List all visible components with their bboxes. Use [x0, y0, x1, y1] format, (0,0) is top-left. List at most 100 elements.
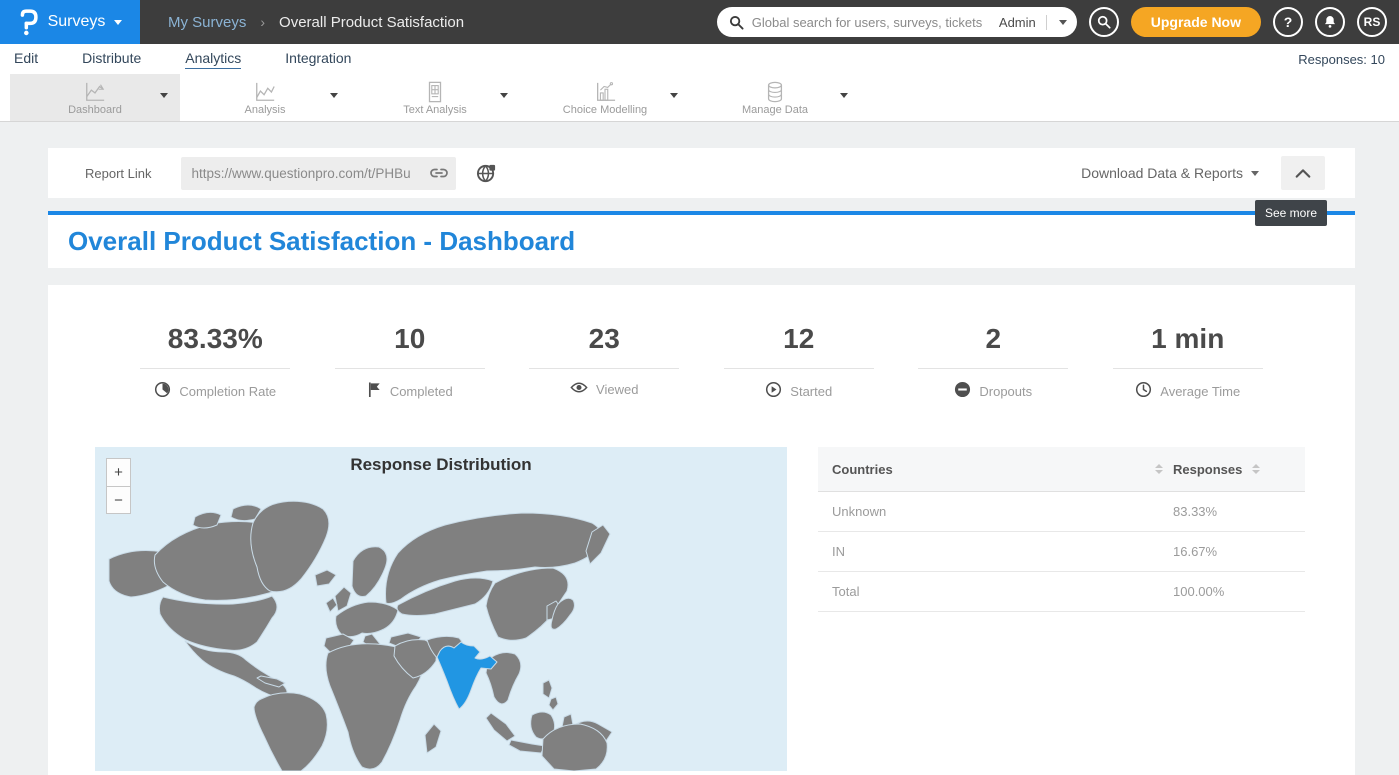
- global-search-input[interactable]: [752, 15, 991, 30]
- map-zoom-in-button[interactable]: +: [106, 458, 131, 486]
- tab-analysis-dropdown-icon[interactable]: [330, 93, 338, 98]
- globe-privacy-icon[interactable]: [476, 163, 497, 184]
- tab-manage-data-dropdown-icon[interactable]: [840, 93, 848, 98]
- chevron-down-icon: [114, 20, 122, 25]
- tab-label: Analysis: [245, 104, 286, 116]
- tab-label: Text Analysis: [403, 104, 467, 116]
- stat-label: Dropouts: [979, 384, 1032, 399]
- collapse-toolbar-button[interactable]: [1281, 156, 1325, 190]
- tab-dashboard-dropdown-icon[interactable]: [160, 93, 168, 98]
- stat-viewed: 23 Viewed: [507, 323, 702, 401]
- stat-value: 12: [702, 323, 897, 355]
- map-madagascar: [425, 724, 441, 753]
- search-scope-dropdown-icon[interactable]: [1059, 20, 1067, 25]
- questionpro-logo-icon: [18, 9, 39, 36]
- nav-edit[interactable]: Edit: [14, 50, 38, 68]
- help-button[interactable]: ?: [1273, 7, 1303, 37]
- page-title: Overall Product Satisfaction - Dashboard: [68, 226, 575, 257]
- country-cell: IN: [832, 544, 1173, 559]
- link-icon: [430, 166, 448, 180]
- nav-analytics[interactable]: Analytics: [185, 50, 241, 69]
- map-zoom-out-button[interactable]: −: [106, 486, 131, 514]
- responses-cell: 83.33%: [1173, 504, 1291, 519]
- top-bar: Surveys My Surveys › Overall Product Sat…: [0, 0, 1399, 44]
- divider: [140, 368, 290, 369]
- stats-row: 83.33% Completion Rate 10 Completed 23: [48, 323, 1355, 401]
- chevron-down-icon: [1251, 171, 1259, 176]
- title-card: Overall Product Satisfaction - Dashboard: [48, 215, 1355, 268]
- countries-column-header[interactable]: Countries: [832, 462, 893, 477]
- responses-cell: 100.00%: [1173, 584, 1291, 599]
- table-row: IN 16.67%: [818, 532, 1305, 572]
- download-label: Download Data & Reports: [1081, 165, 1243, 181]
- stat-label: Average Time: [1160, 384, 1240, 399]
- divider: [918, 368, 1068, 369]
- report-url-input[interactable]: [191, 166, 426, 181]
- play-circle-icon: [765, 381, 782, 401]
- tab-manage-data[interactable]: Manage Data: [690, 74, 860, 121]
- minus-circle-icon: [954, 381, 971, 401]
- stat-value: 10: [313, 323, 508, 355]
- sort-icon[interactable]: [1155, 464, 1163, 474]
- tab-text-analysis-dropdown-icon[interactable]: [500, 93, 508, 98]
- responses-column-header[interactable]: Responses: [1173, 462, 1242, 477]
- flag-icon: [367, 381, 382, 401]
- completion-rate-icon: [154, 381, 171, 401]
- bell-icon: [1322, 14, 1338, 30]
- notifications-button[interactable]: [1315, 7, 1345, 37]
- global-search-box[interactable]: Admin: [717, 7, 1077, 37]
- stat-value: 2: [896, 323, 1091, 355]
- analytics-toolbar: Dashboard Analysis Text Analysis Choice …: [0, 74, 1399, 122]
- country-cell: Unknown: [832, 504, 1173, 519]
- stat-value: 83.33%: [118, 323, 313, 355]
- app-logo-surveys-menu[interactable]: Surveys: [0, 0, 140, 44]
- avatar[interactable]: RS: [1357, 7, 1387, 37]
- tab-label: Dashboard: [68, 104, 122, 116]
- stat-value: 1 min: [1091, 323, 1286, 355]
- responses-count: Responses: 10: [1298, 52, 1385, 67]
- map-south-america: [254, 693, 327, 771]
- report-actions: Download Data & Reports: [1081, 156, 1325, 190]
- brand-label: Surveys: [48, 13, 106, 31]
- see-more-tooltip: See more: [1255, 200, 1327, 226]
- search-icon: [729, 15, 744, 30]
- sort-icon[interactable]: [1252, 464, 1260, 474]
- response-distribution-map[interactable]: Response Distribution + −: [95, 447, 787, 771]
- breadcrumb-my-surveys[interactable]: My Surveys: [168, 14, 246, 31]
- stat-average-time: 1 min Average Time: [1091, 323, 1286, 401]
- map-java: [509, 740, 545, 753]
- search-button[interactable]: [1089, 7, 1119, 37]
- map-title: Response Distribution: [95, 455, 787, 475]
- stat-label: Completion Rate: [179, 384, 276, 399]
- map-usa: [159, 596, 277, 650]
- country-cell: Total: [832, 584, 1173, 599]
- download-data-reports-dropdown[interactable]: Download Data & Reports: [1081, 165, 1259, 181]
- world-map[interactable]: [95, 447, 787, 771]
- map-philippines: [549, 697, 558, 710]
- report-link-field[interactable]: [181, 157, 456, 190]
- responses-cell: 16.67%: [1173, 544, 1291, 559]
- clock-icon: [1135, 381, 1152, 401]
- tab-text-analysis[interactable]: Text Analysis: [350, 74, 520, 121]
- map-zoom-controls: + −: [106, 458, 131, 514]
- tab-dashboard[interactable]: Dashboard: [10, 74, 180, 121]
- nav-integration[interactable]: Integration: [285, 50, 351, 68]
- map-iceland: [315, 570, 336, 586]
- nav-distribute[interactable]: Distribute: [82, 50, 141, 68]
- question-mark-icon: ?: [1284, 14, 1293, 30]
- analysis-chart-icon: [252, 79, 278, 103]
- divider: [1113, 368, 1263, 369]
- tab-choice-modelling[interactable]: Choice Modelling: [520, 74, 690, 121]
- map-philippines: [543, 680, 552, 698]
- tab-choice-modelling-dropdown-icon[interactable]: [670, 93, 678, 98]
- upgrade-now-button[interactable]: Upgrade Now: [1131, 7, 1261, 37]
- stat-label: Viewed: [596, 382, 638, 397]
- divider: [724, 368, 874, 369]
- report-link-bar: Report Link Download Data & Reports See …: [48, 148, 1355, 198]
- report-link-label: Report Link: [85, 166, 151, 181]
- main-content: Report Link Download Data & Reports See …: [0, 122, 1399, 775]
- tab-analysis[interactable]: Analysis: [180, 74, 350, 121]
- table-row: Total 100.00%: [818, 572, 1305, 612]
- choice-modelling-chart-icon: [592, 79, 618, 103]
- tab-label: Manage Data: [742, 104, 808, 116]
